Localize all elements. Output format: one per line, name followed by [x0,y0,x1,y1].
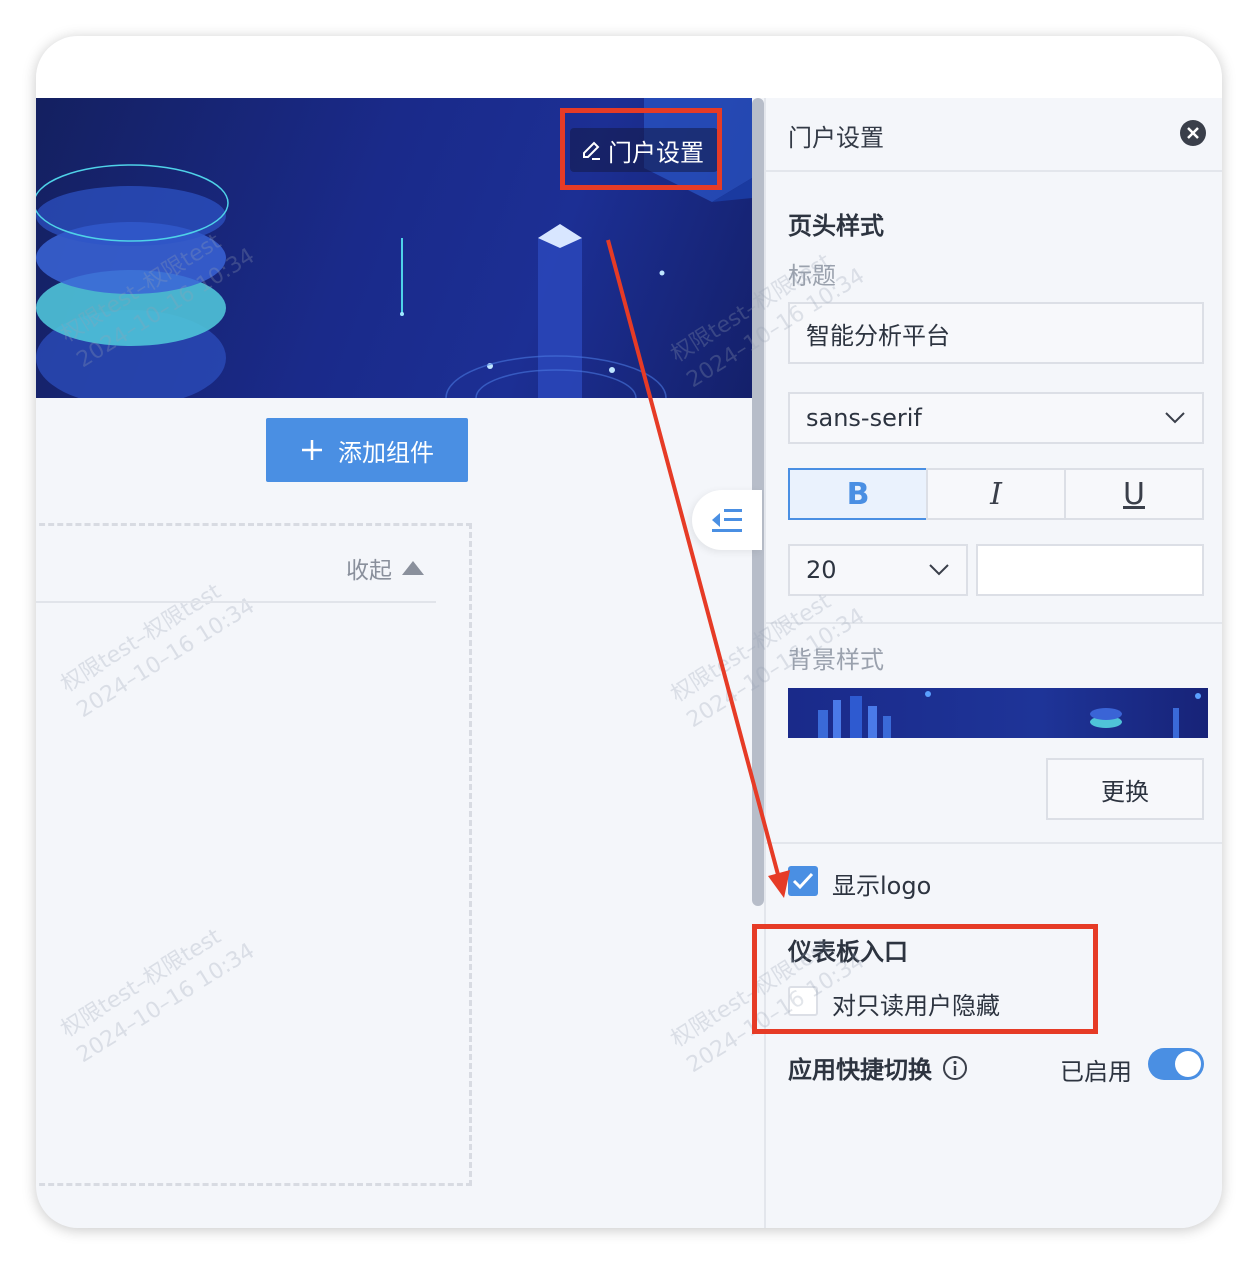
show-logo-checkbox[interactable] [788,866,818,896]
font-size-select[interactable]: 20 [788,544,968,596]
top-bar [36,36,1222,98]
component-drop-area [36,523,472,1186]
triangle-up-icon [402,561,424,575]
portal-settings-panel: 门户设置 页头样式 标题 智能分析平台 sans-serif B I U 20 … [764,98,1222,1228]
chevron-down-icon [928,563,950,577]
background-style-label: 背景样式 [788,646,884,674]
hide-readonly-label: 对只读用户隐藏 [832,992,1000,1020]
section-divider [766,842,1222,844]
plus-icon [300,438,324,462]
font-color-picker[interactable] [976,544,1204,596]
panel-header-divider [766,170,1222,172]
title-label: 标题 [788,262,836,290]
app-window: 门户设置 权限test–权限test 2024–10–16 10:34 权限tes… [36,36,1222,1228]
section-divider [766,622,1222,624]
quick-switch-toggle[interactable] [1148,1048,1204,1080]
bold-icon: B [846,476,870,512]
italic-icon: I [990,476,1002,512]
change-background-button[interactable]: 更换 [1046,758,1204,820]
show-logo-label: 显示logo [832,872,932,900]
font-family-select[interactable]: sans-serif [788,392,1204,444]
font-size-value: 20 [806,556,837,584]
info-circle-icon[interactable] [942,1055,968,1081]
add-component-label: 添加组件 [338,438,434,467]
section-divider [36,601,436,603]
quick-switch-status: 已启用 [1060,1058,1132,1086]
dashboard-entry-title: 仪表板入口 [788,938,908,966]
toggle-knob [1175,1051,1201,1077]
quick-switch-label: 应用快捷切换 [788,1056,932,1084]
title-input[interactable]: 智能分析平台 [788,302,1204,364]
title-input-value: 智能分析平台 [806,321,950,350]
bold-button[interactable]: B [788,468,928,520]
outdent-icon [710,505,744,535]
add-component-button[interactable]: 添加组件 [266,418,468,482]
italic-button[interactable]: I [926,468,1066,520]
background-thumbnail-art [818,691,1201,738]
change-button-label: 更换 [1101,777,1149,806]
portal-settings-button[interactable]: 门户设置 [570,128,718,172]
hide-readonly-checkbox[interactable] [788,986,818,1016]
close-icon[interactable] [1180,120,1206,146]
underline-button[interactable]: U [1064,468,1204,520]
chevron-down-icon [1164,411,1186,425]
header-style-title: 页头样式 [788,212,884,240]
portal-settings-label: 门户设置 [608,138,704,167]
collapse-toggle[interactable]: 收起 [346,551,424,585]
check-icon [792,872,814,890]
header-banner: 门户设置 [36,98,752,398]
collapse-label: 收起 [346,558,392,584]
font-family-value: sans-serif [806,404,922,432]
panel-fold-button[interactable] [692,490,762,550]
underline-icon: U [1123,476,1145,512]
quick-switch-title: 应用快捷切换 [788,1050,968,1085]
background-thumbnail [788,688,1208,738]
panel-title: 门户设置 [788,124,884,152]
pencil-icon [580,139,602,161]
